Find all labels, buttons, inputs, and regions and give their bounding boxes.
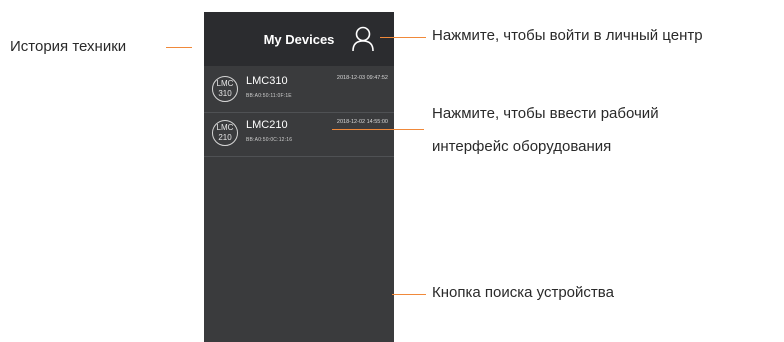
device-timestamp: 2018-12-03 09:47:52 <box>336 75 388 81</box>
callout-interface-line1: Нажмите, чтобы ввести рабочий <box>432 105 659 122</box>
device-mac: BB:A0:50:0C:12:16 <box>246 137 293 143</box>
device-badge-icon: LMC 210 <box>212 120 238 146</box>
callout-login: Нажмите, чтобы войти в личный центр <box>432 27 703 44</box>
app-header: My Devices <box>204 12 394 66</box>
user-icon[interactable] <box>352 26 374 52</box>
device-name: LMC310 <box>246 75 288 87</box>
callout-line-search-connector <box>392 294 426 295</box>
device-badge-top: LMC <box>216 79 234 88</box>
callout-search: Кнопка поиска устройства <box>432 284 614 301</box>
list-item[interactable]: LMC 210 LMC210 BB:A0:50:0C:12:16 2018-12… <box>204 113 394 157</box>
device-timestamp: 2018-12-02 14:55:00 <box>336 119 388 125</box>
callout-line-login <box>380 37 426 38</box>
phone-screen: My Devices LMC 310 LMC310 BB:A0:50:11:0F… <box>204 12 394 342</box>
device-badge-icon: LMC 310 <box>212 76 238 102</box>
device-badge-top: LMC <box>216 123 234 132</box>
callout-history: История техники <box>10 38 127 55</box>
device-mac: BB:A0:50:11:0F:1E <box>246 93 292 99</box>
device-name: LMC210 <box>246 119 288 131</box>
device-badge-bottom: 310 <box>218 89 232 98</box>
device-badge-bottom: 210 <box>218 133 232 142</box>
callout-interface-line2: интерфейс оборудования <box>432 138 612 155</box>
callout-line-interface <box>332 129 424 130</box>
list-item[interactable]: LMC 310 LMC310 BB:A0:50:11:0F:1E 2018-12… <box>204 69 394 113</box>
callout-line-history <box>166 47 192 48</box>
device-list: LMC 310 LMC310 BB:A0:50:11:0F:1E 2018-12… <box>204 66 394 157</box>
